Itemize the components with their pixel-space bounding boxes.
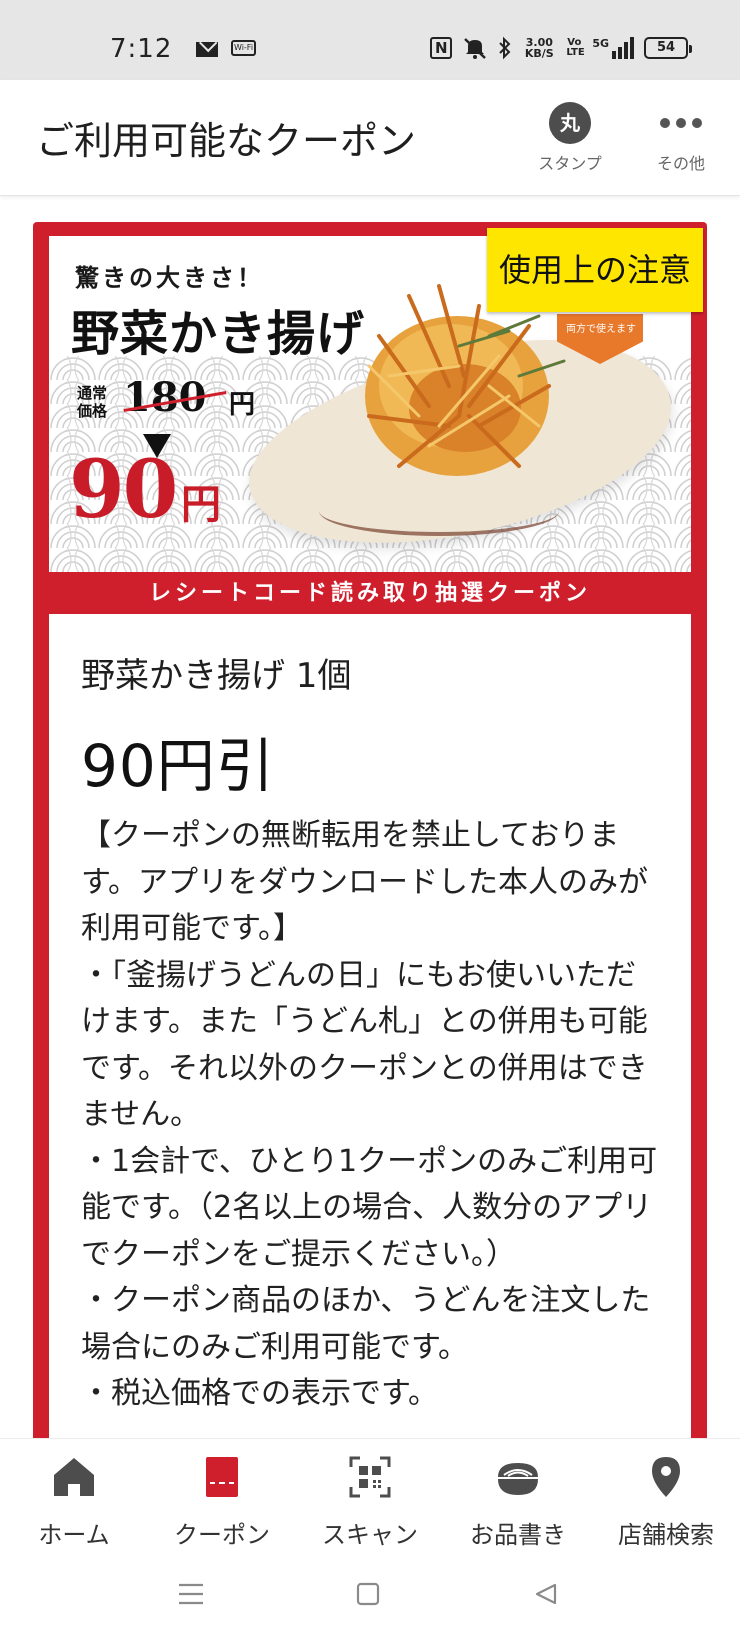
description-paragraph: ・「釜揚げうどんの日」にもお使いいただけます。また「うどん札」との併用も可能です…	[81, 957, 648, 1133]
stamp-label: スタンプ	[538, 154, 602, 173]
nav-item-scan[interactable]: スキャン	[296, 1439, 444, 1549]
stamp-button[interactable]: 丸 スタンプ	[530, 102, 610, 174]
description-paragraph: 【クーポンの無断転用を禁止しております。アプリをダウンロードした本人のみが利用可…	[81, 818, 648, 946]
nav-item-store-search[interactable]: 店舗検索	[592, 1439, 740, 1549]
page-title: ご利用可能なクーポン	[36, 119, 417, 163]
banner-tagline: 驚きの大きさ！	[75, 263, 264, 292]
bowl-icon	[498, 1463, 538, 1495]
nav-item-home[interactable]: ホーム	[0, 1439, 148, 1549]
bottom-navigation: ホーム クーポン スキャン お品書き 店舗検索	[0, 1438, 740, 1549]
home-icon	[54, 1458, 94, 1496]
battery-icon: 54	[644, 37, 692, 59]
location-pin-icon	[652, 1457, 680, 1497]
system-navigation-bar	[0, 1548, 740, 1644]
mail-icon	[196, 42, 218, 57]
regular-price: 180	[123, 374, 207, 421]
nav-item-menu[interactable]: お品書き	[444, 1439, 592, 1549]
qr-scan-icon	[349, 1456, 391, 1498]
signal-icon	[612, 37, 634, 59]
more-label: その他	[656, 154, 705, 173]
wifi-calling-icon: Wi-Fi	[231, 40, 256, 56]
status-time: 7:12	[110, 34, 173, 64]
nfc-icon: N	[430, 37, 453, 59]
coupon-item-name: 野菜かき揚げ 1個	[81, 656, 352, 696]
back-triangle-icon[interactable]	[534, 1582, 558, 1606]
nav-label-scan: スキャン	[322, 1521, 418, 1549]
app-header: ご利用可能なクーポン 丸 スタンプ その他	[0, 80, 740, 196]
volte-icon: Vo LTE	[566, 37, 585, 58]
more-dots-icon	[641, 102, 721, 144]
description-paragraph: ・税込価格での表示です。	[81, 1376, 438, 1411]
banner-strip-text: レシートコード読み取り抽選クーポン	[148, 580, 591, 606]
network-type: 5G	[592, 37, 609, 50]
sale-price-yen: 円	[181, 481, 221, 528]
status-icons: N 3.00 KB/S Vo LTE 5G 54	[430, 34, 692, 62]
status-bar: 7:12 Wi-Fi N 3.00 KB/S Vo LTE 5G 54	[0, 0, 740, 80]
sale-price: 90	[69, 442, 178, 536]
more-button[interactable]: その他	[641, 102, 721, 174]
description-paragraph: ・1会計で、ひとり1クーポンのみご利用可能です。（2名以上の場合、人数分のアプリ…	[81, 1143, 658, 1272]
mute-icon	[464, 38, 487, 59]
coupon-details: 野菜かき揚げ 1個 90円引 【クーポンの無断転用を禁止しております。アプリをダ…	[49, 614, 691, 1442]
network-speed: 3.00 KB/S	[524, 36, 554, 60]
regular-price-yen: 円	[229, 390, 256, 420]
regular-price-label: 通常価格	[77, 384, 108, 420]
recent-apps-icon[interactable]	[178, 1582, 204, 1606]
nav-label-menu: お品書き	[470, 1521, 566, 1549]
nav-label-store-search: 店舗検索	[618, 1521, 714, 1549]
bluetooth-icon	[499, 36, 511, 60]
home-square-icon[interactable]	[356, 1582, 380, 1606]
nav-label-home: ホーム	[38, 1521, 110, 1549]
coupon-card[interactable]: 両方で使えます 驚きの大きさ！ 野菜かき揚げ 通常価格 180 円 90 円 使…	[33, 222, 707, 1442]
nav-item-coupon[interactable]: クーポン	[148, 1439, 296, 1549]
banner-product-name: 野菜かき揚げ	[71, 306, 366, 362]
stamp-icon: 丸	[549, 102, 591, 144]
badge-text: 両方で使えます	[566, 324, 636, 335]
description-paragraph: ・クーポン商品のほか、うどんを注文した場合にのみご利用可能です。	[81, 1283, 651, 1365]
nav-label-coupon: クーポン	[174, 1521, 270, 1549]
usage-caution-button[interactable]: 使用上の注意	[487, 228, 703, 312]
coupon-icon	[206, 1457, 238, 1497]
coupon-discount: 90円引	[81, 732, 275, 800]
coupon-description: 【クーポンの無断転用を禁止しております。アプリをダウンロードした本人のみが利用可…	[81, 813, 661, 1418]
